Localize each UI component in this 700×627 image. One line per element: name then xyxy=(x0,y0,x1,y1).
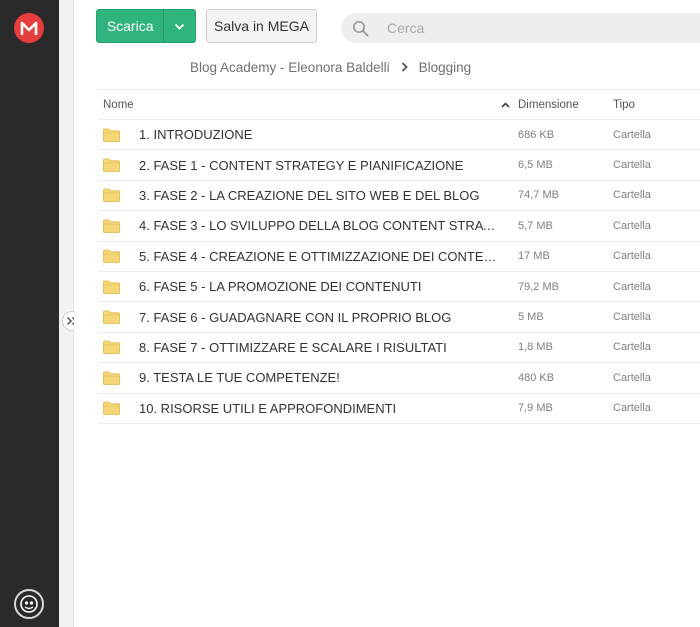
row-type: Cartella xyxy=(613,402,651,415)
file-table: Nome Dimensione Tipo 1. INTRODUZIONE 686… xyxy=(98,89,700,424)
row-type: Cartella xyxy=(613,311,651,324)
breadcrumb-parent[interactable]: Blog Academy - Eleonora Baldelli xyxy=(190,60,390,75)
folder-icon xyxy=(103,158,120,172)
column-header-name[interactable]: Nome xyxy=(98,99,518,111)
row-name: 8. FASE 7 - OTTIMIZZARE E SCALARE I RISU… xyxy=(139,339,447,355)
search-input[interactable] xyxy=(379,20,659,36)
column-header-name-label: Nome xyxy=(103,98,134,111)
table-row[interactable]: 5. FASE 4 - CREAZIONE E OTTIMIZZAZIONE D… xyxy=(98,242,700,272)
row-size: 5 MB xyxy=(518,311,544,324)
row-name-cell: 3. FASE 2 - LA CREAZIONE DEL SITO WEB E … xyxy=(98,188,518,203)
row-name-cell: 4. FASE 3 - LO SVILUPPO DELLA BLOG CONTE… xyxy=(98,218,518,233)
row-size: 6,5 MB xyxy=(518,159,553,172)
table-row[interactable]: 1. INTRODUZIONE 686 KB Cartella xyxy=(98,120,700,151)
download-button[interactable]: Scarica xyxy=(96,9,196,43)
row-size: 7,9 MB xyxy=(518,402,553,415)
table-body: 1. INTRODUZIONE 686 KB Cartella 2. FASE … xyxy=(98,120,700,424)
row-size: 480 KB xyxy=(518,371,555,384)
folder-icon xyxy=(103,310,120,324)
table-row[interactable]: 8. FASE 7 - OTTIMIZZARE E SCALARE I RISU… xyxy=(98,333,700,364)
table-row[interactable]: 3. FASE 2 - LA CREAZIONE DEL SITO WEB E … xyxy=(98,181,700,212)
folder-icon xyxy=(103,341,120,355)
row-type: Cartella xyxy=(613,250,651,263)
table-row[interactable]: 4. FASE 3 - LO SVILUPPO DELLA BLOG CONTE… xyxy=(98,211,700,242)
table-row[interactable]: 2. FASE 1 - CONTENT STRATEGY E PIANIFICA… xyxy=(98,150,700,181)
breadcrumb-current: Blogging xyxy=(418,59,472,75)
chevron-up-icon[interactable] xyxy=(501,101,510,108)
breadcrumb: Blog Academy - Eleonora Baldelli Bloggin… xyxy=(190,58,471,76)
row-type: Cartella xyxy=(613,371,651,384)
mega-logo-icon[interactable] xyxy=(14,13,44,43)
search-icon xyxy=(341,20,379,37)
folder-icon xyxy=(103,128,120,142)
row-name-cell: 9. TESTA LE TUE COMPETENZE! xyxy=(98,370,518,385)
table-row[interactable]: 9. TESTA LE TUE COMPETENZE! 480 KB Carte… xyxy=(98,363,700,394)
row-type: Cartella xyxy=(613,189,651,202)
row-name: 10. RISORSE UTILI E APPROFONDIMENTI xyxy=(139,400,397,416)
row-name: 9. TESTA LE TUE COMPETENZE! xyxy=(139,370,340,386)
row-name-cell: 1. INTRODUZIONE xyxy=(98,127,518,142)
main-panel: Scarica Salva in MEGA Blog Academy - Ele… xyxy=(74,0,700,627)
column-header-type[interactable]: Tipo xyxy=(613,99,700,111)
row-name-cell: 7. FASE 6 - GUADAGNARE CON IL PROPRIO BL… xyxy=(98,310,518,325)
row-type: Cartella xyxy=(613,280,651,293)
chevron-down-icon[interactable] xyxy=(163,10,195,42)
row-size: 686 KB xyxy=(518,128,555,141)
row-name-cell: 8. FASE 7 - OTTIMIZZARE E SCALARE I RISU… xyxy=(98,340,518,355)
table-row[interactable]: 6. FASE 5 - LA PROMOZIONE DEI CONTENUTI … xyxy=(98,272,700,303)
row-size: 74,7 MB xyxy=(518,189,559,202)
search-bar[interactable] xyxy=(341,13,700,43)
row-name-cell: 10. RISORSE UTILI E APPROFONDIMENTI xyxy=(98,401,518,416)
row-type: Cartella xyxy=(613,128,651,141)
row-type: Cartella xyxy=(613,159,651,172)
table-header: Nome Dimensione Tipo xyxy=(98,89,700,120)
folder-icon xyxy=(103,189,120,203)
row-type: Cartella xyxy=(613,341,651,354)
row-size: 1,8 MB xyxy=(518,341,553,354)
download-label: Scarica xyxy=(106,18,154,34)
row-name-cell: 2. FASE 1 - CONTENT STRATEGY E PIANIFICA… xyxy=(98,158,518,173)
left-rail xyxy=(0,0,59,627)
row-size: 17 MB xyxy=(518,250,550,263)
row-name-cell: 6. FASE 5 - LA PROMOZIONE DEI CONTENUTI xyxy=(98,279,518,294)
table-row[interactable]: 7. FASE 6 - GUADAGNARE CON IL PROPRIO BL… xyxy=(98,302,700,333)
save-to-mega-button[interactable]: Salva in MEGA xyxy=(206,9,317,43)
row-name: 4. FASE 3 - LO SVILUPPO DELLA BLOG CONTE… xyxy=(139,218,499,234)
row-name: 3. FASE 2 - LA CREAZIONE DEL SITO WEB E … xyxy=(139,187,480,203)
row-name: 2. FASE 1 - CONTENT STRATEGY E PIANIFICA… xyxy=(139,157,464,173)
row-name: 6. FASE 5 - LA PROMOZIONE DEI CONTENUTI xyxy=(139,279,422,295)
row-size: 5,7 MB xyxy=(518,219,553,232)
row-name: 7. FASE 6 - GUADAGNARE CON IL PROPRIO BL… xyxy=(139,309,452,325)
column-header-size[interactable]: Dimensione xyxy=(518,99,613,111)
row-size: 79,2 MB xyxy=(518,280,559,293)
row-name: 5. FASE 4 - CREAZIONE E OTTIMIZZAZIONE D… xyxy=(139,248,499,264)
folder-icon xyxy=(103,219,120,233)
folder-icon xyxy=(103,280,120,294)
row-type: Cartella xyxy=(613,219,651,232)
folder-icon xyxy=(103,249,120,264)
table-row[interactable]: 10. RISORSE UTILI E APPROFONDIMENTI 7,9 … xyxy=(98,394,700,424)
folder-icon xyxy=(103,371,120,385)
account-icon[interactable] xyxy=(14,589,44,619)
row-name-cell: 5. FASE 4 - CREAZIONE E OTTIMIZZAZIONE D… xyxy=(98,249,518,264)
folder-icon xyxy=(103,401,120,416)
row-name: 1. INTRODUZIONE xyxy=(139,127,253,143)
chevron-right-icon xyxy=(401,62,408,72)
